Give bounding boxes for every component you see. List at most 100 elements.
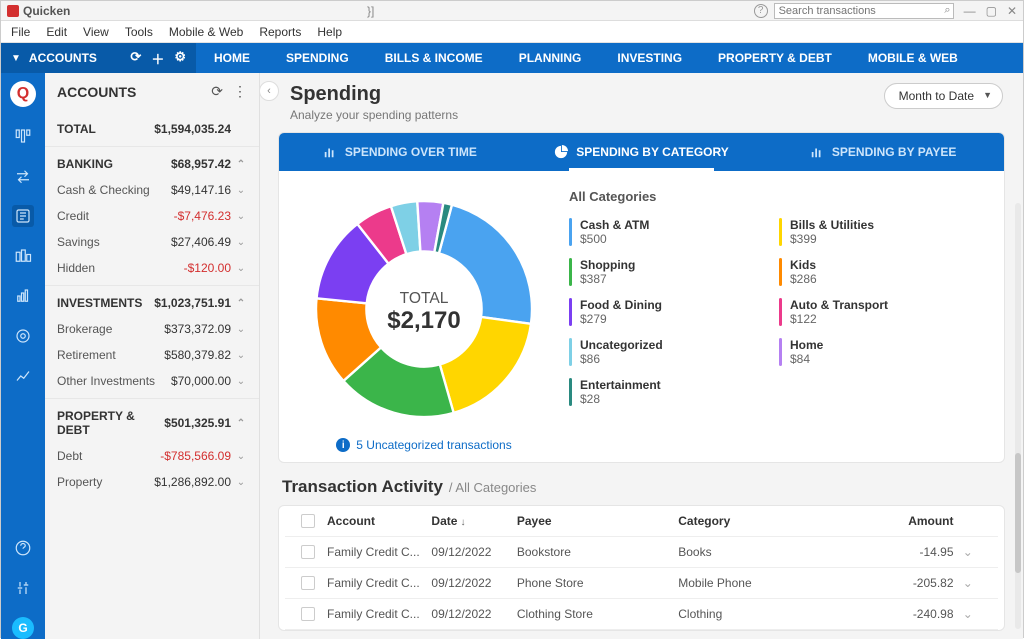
sidebar-account-row[interactable]: Debt-$785,566.09⌄	[45, 443, 259, 469]
sidebar-collapse-button[interactable]: ‹	[260, 81, 279, 101]
rail-investing-icon[interactable]	[12, 285, 34, 307]
rail-spending-icon[interactable]	[12, 205, 34, 227]
menu-edit[interactable]: Edit	[46, 25, 67, 39]
menu-mobile-web[interactable]: Mobile & Web	[169, 25, 243, 39]
sidebar-total-row[interactable]: TOTAL $1,594,035.24	[45, 110, 259, 142]
sidebar-more-icon[interactable]: ⋮	[233, 83, 247, 100]
sidebar-group[interactable]: BANKING$68,957.42⌃	[45, 146, 259, 177]
refresh-icon[interactable]: ⟳	[130, 49, 141, 68]
legend-color-bar	[569, 218, 572, 246]
page-title: Spending	[290, 83, 458, 106]
scrollbar-thumb[interactable]	[1015, 453, 1021, 573]
tab-planning[interactable]: PLANNING	[501, 43, 600, 73]
main-menu[interactable]: File Edit View Tools Mobile & Web Reports Help	[1, 21, 1023, 43]
accounts-sidebar: ACCOUNTS ⟳ ⋮ TOTAL $1,594,035.24 BANKING…	[45, 73, 260, 639]
tab-home[interactable]: HOME	[196, 43, 268, 73]
svg-text:TOTAL: TOTAL	[400, 290, 449, 307]
tab-investing[interactable]: INVESTING	[599, 43, 700, 73]
expand-row-icon[interactable]: ⌄	[954, 607, 982, 621]
sidebar-account-row[interactable]: Savings$27,406.49⌄	[45, 229, 259, 255]
sidebar-group[interactable]: INVESTMENTS$1,023,751.91⌃	[45, 285, 259, 316]
top-nav: ▼ ACCOUNTS ⟳ ＋ ⚙ HOMESPENDINGBILLS & INC…	[1, 43, 1023, 73]
rail-dashboard-icon[interactable]	[12, 125, 34, 147]
sidebar-account-row[interactable]: Property$1,286,892.00⌄	[45, 469, 259, 495]
tab-bills-income[interactable]: BILLS & INCOME	[367, 43, 501, 73]
accounts-label: ACCOUNTS	[29, 51, 97, 65]
window-maximize-button[interactable]: ▢	[986, 4, 997, 18]
rail-budget-icon[interactable]	[12, 245, 34, 267]
search-input[interactable]	[774, 3, 954, 19]
subtab-spending-over-time[interactable]: SPENDING OVER TIME	[279, 133, 521, 171]
add-account-icon[interactable]: ＋	[151, 49, 164, 68]
info-icon: i	[336, 438, 350, 452]
uncategorized-link[interactable]: i 5 Uncategorized transactions	[299, 438, 549, 452]
chevron-down-icon: ⌄	[235, 211, 247, 222]
title-hint: }]	[367, 4, 377, 18]
tab-spending[interactable]: SPENDING	[268, 43, 367, 73]
row-checkbox[interactable]	[301, 545, 315, 559]
table-row[interactable]: Family Credit C...09/12/2022BookstoreBoo…	[285, 537, 998, 568]
menu-file[interactable]: File	[11, 25, 30, 39]
donut-slice[interactable]	[439, 205, 532, 324]
rail-goals-icon[interactable]	[12, 325, 34, 347]
search-transactions-input[interactable]: ⌕	[774, 3, 954, 19]
sidebar-refresh-icon[interactable]: ⟳	[211, 83, 223, 100]
select-all-checkbox[interactable]	[301, 514, 315, 528]
expand-row-icon[interactable]: ⌄	[954, 545, 982, 559]
legend-item[interactable]: Kids$286	[779, 258, 929, 286]
window-close-button[interactable]: ✕	[1007, 4, 1017, 18]
rail-tools-icon[interactable]	[12, 577, 34, 599]
menu-help[interactable]: Help	[317, 25, 342, 39]
sidebar-account-row[interactable]: Credit-$7,476.23⌄	[45, 203, 259, 229]
legend-item[interactable]: Auto & Transport$122	[779, 298, 929, 326]
subtab-spending-by-payee[interactable]: SPENDING BY PAYEE	[762, 133, 1004, 171]
col-date[interactable]: Date↓	[431, 514, 516, 528]
content-scrollbar[interactable]	[1015, 203, 1021, 629]
transactions-breadcrumb: / All Categories	[449, 480, 536, 495]
legend-item[interactable]: Entertainment$28	[569, 378, 719, 406]
rail-transfer-icon[interactable]	[12, 165, 34, 187]
legend-color-bar	[569, 298, 572, 326]
sidebar-account-row[interactable]: Brokerage$373,372.09⌄	[45, 316, 259, 342]
legend-color-bar	[569, 258, 572, 286]
row-checkbox[interactable]	[301, 576, 315, 590]
menu-view[interactable]: View	[83, 25, 109, 39]
table-row[interactable]: Family Credit C...09/12/2022Phone StoreM…	[285, 568, 998, 599]
col-category[interactable]: Category	[678, 514, 839, 528]
expand-row-icon[interactable]: ⌄	[954, 576, 982, 590]
legend-item[interactable]: Home$84	[779, 338, 929, 366]
row-checkbox[interactable]	[301, 607, 315, 621]
legend-item[interactable]: Food & Dining$279	[569, 298, 719, 326]
sidebar-account-row[interactable]: Other Investments$70,000.00⌄	[45, 368, 259, 394]
col-amount[interactable]: Amount	[840, 514, 954, 528]
date-range-dropdown[interactable]: Month to Date	[884, 83, 1003, 109]
rail-profile-badge[interactable]: G	[12, 617, 34, 639]
legend-item[interactable]: Uncategorized$86	[569, 338, 719, 366]
svg-text:$2,170: $2,170	[387, 307, 460, 334]
col-account[interactable]: Account	[327, 514, 431, 528]
legend-item[interactable]: Bills & Utilities$399	[779, 218, 929, 246]
sidebar-account-row[interactable]: Retirement$580,379.82⌄	[45, 342, 259, 368]
settings-gear-icon[interactable]: ⚙	[174, 49, 186, 68]
sidebar-account-row[interactable]: Cash & Checking$49,147.16⌄	[45, 177, 259, 203]
quicken-q-icon[interactable]: Q	[10, 81, 36, 107]
sidebar-group[interactable]: PROPERTY & DEBT$501,325.91⌃	[45, 398, 259, 443]
chevron-up-icon: ⌃	[235, 298, 247, 309]
sidebar-account-row[interactable]: Hidden-$120.00⌄	[45, 255, 259, 281]
accounts-dropdown[interactable]: ▼ ACCOUNTS ⟳ ＋ ⚙	[1, 43, 196, 73]
subtab-spending-by-category[interactable]: SPENDING BY CATEGORY	[521, 133, 763, 171]
legend-item[interactable]: Shopping$387	[569, 258, 719, 286]
app-brand: Quicken	[7, 4, 367, 18]
tab-property-debt[interactable]: PROPERTY & DEBT	[700, 43, 850, 73]
rail-reports-icon[interactable]	[12, 365, 34, 387]
table-row[interactable]: Family Credit C...09/12/2022Clothing Sto…	[285, 599, 998, 630]
menu-tools[interactable]: Tools	[125, 25, 153, 39]
tab-mobile-web[interactable]: MOBILE & WEB	[850, 43, 976, 73]
help-icon[interactable]: ?	[754, 4, 768, 18]
transactions-table-card: Account Date↓ Payee Category Amount Fami…	[278, 505, 1005, 631]
window-minimize-button[interactable]: —	[964, 4, 976, 18]
menu-reports[interactable]: Reports	[259, 25, 301, 39]
col-payee[interactable]: Payee	[517, 514, 678, 528]
legend-item[interactable]: Cash & ATM$500	[569, 218, 719, 246]
rail-help-icon[interactable]	[12, 537, 34, 559]
